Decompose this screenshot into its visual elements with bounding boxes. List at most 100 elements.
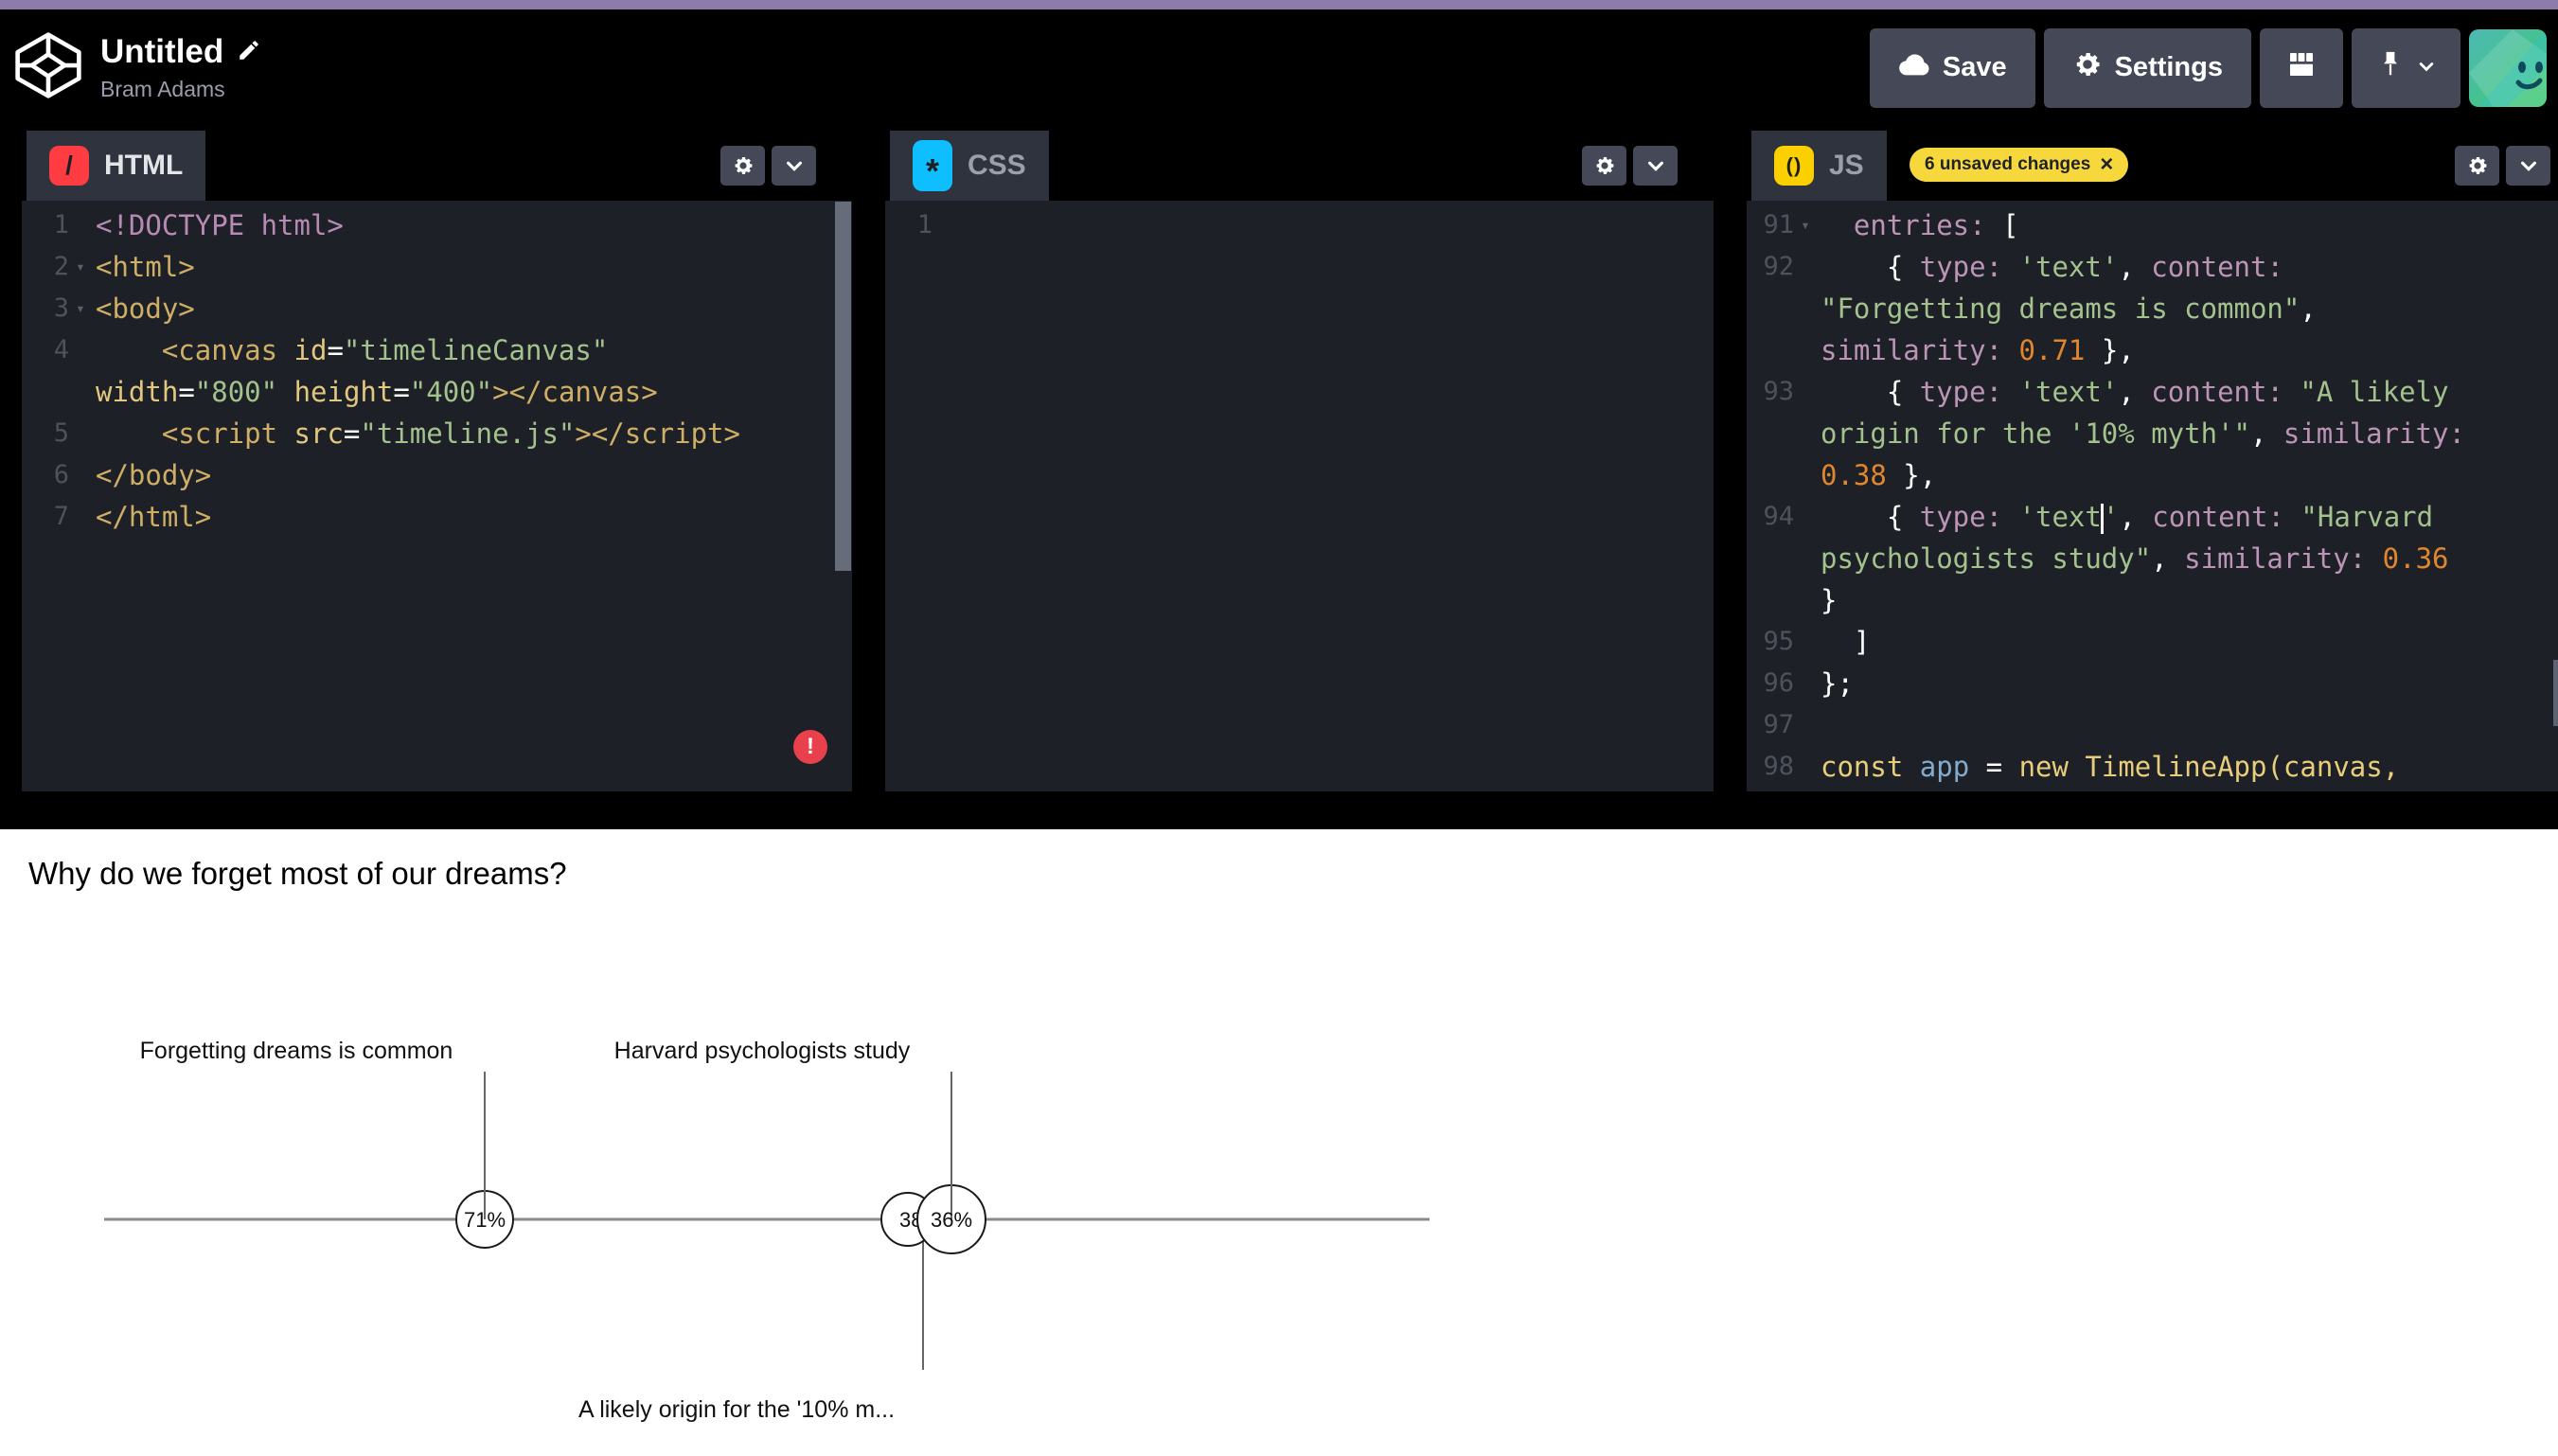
tab-js[interactable]: () JS <box>1751 131 1887 201</box>
fold-caret-icon[interactable]: ▾ <box>1794 204 1817 246</box>
code-line[interactable]: <!DOCTYPE html> <box>92 204 344 246</box>
code-line[interactable]: } <box>1817 579 1837 621</box>
panel-js: () JS 6 unsaved changes × 91▾ entries: [… <box>1747 131 2558 791</box>
code-line[interactable] <box>1817 704 1821 746</box>
avatar[interactable] <box>2469 29 2547 107</box>
pushpin-icon <box>2376 48 2405 88</box>
line-number: 1 <box>22 204 69 246</box>
css-editor-collapse-button[interactable] <box>1633 146 1678 186</box>
code-line[interactable]: ] <box>1817 621 1870 663</box>
code-row: 92 { type: 'text', content: <box>1747 246 2558 288</box>
code-line[interactable]: { type: 'text', content: <box>1817 246 2283 288</box>
code-line[interactable]: <script src="timeline.js"></script> <box>92 413 740 454</box>
code-row: 93 { type: 'text', content: "A likely <box>1747 371 2558 413</box>
event-label-1: Forgetting dreams is common <box>140 1038 453 1064</box>
code-row: 6</body> <box>22 454 852 496</box>
html-editor-collapse-button[interactable] <box>772 146 816 186</box>
code-line[interactable]: const app = new TimelineApp(canvas, <box>1817 746 2399 788</box>
js-editor-scrollbar-thumb[interactable] <box>2553 660 2558 726</box>
settings-button[interactable]: Settings <box>2044 28 2251 108</box>
event-label-3: Harvard psychologists study <box>614 1038 911 1064</box>
js-code-editor[interactable]: 91▾ entries: [92 { type: 'text', content… <box>1747 201 2558 791</box>
gutter-spacer <box>1794 246 1817 288</box>
code-line[interactable]: <canvas id="timelineCanvas" <box>92 329 608 371</box>
code-line[interactable]: origin for the '10% myth'", similarity: <box>1817 413 2465 454</box>
code-line[interactable]: 0.38 }, <box>1817 454 1936 496</box>
code-line[interactable] <box>955 204 959 246</box>
js-editor-settings-button[interactable] <box>2455 146 2499 186</box>
code-line[interactable]: <body> <box>92 288 195 329</box>
code-line[interactable]: "Forgetting dreams is common", <box>1817 288 2317 329</box>
gutter-spacer <box>1794 621 1817 663</box>
code-row: 0.38 }, <box>1747 454 2558 496</box>
panel-html: / HTML 1<!DOCTYPE html>2▾<html>3▾<body>4… <box>22 131 852 791</box>
pen-author[interactable]: Bram Adams <box>100 77 261 102</box>
gutter-spacer <box>1794 538 1817 579</box>
edit-title-pencil-icon[interactable] <box>237 33 261 71</box>
code-row: 95 ] <box>1747 621 2558 663</box>
line-number <box>1747 454 1794 496</box>
header-actions: Save Settings <box>1870 28 2547 108</box>
line-number: 93 <box>1747 371 1794 413</box>
code-line[interactable]: entries: [ <box>1817 204 2019 246</box>
change-view-button[interactable] <box>2260 28 2343 108</box>
line-number: 2 <box>22 246 69 288</box>
unsaved-changes-badge[interactable]: 6 unsaved changes × <box>1910 148 2128 182</box>
js-tab-icon: () <box>1774 146 1814 186</box>
gutter-spacer <box>933 204 955 246</box>
code-row: origin for the '10% myth'", similarity: <box>1747 413 2558 454</box>
code-line[interactable]: similarity: 0.71 }, <box>1817 329 2135 371</box>
gutter-spacer <box>69 204 92 246</box>
line-number: 4 <box>22 329 69 371</box>
code-line[interactable]: </html> <box>92 496 211 538</box>
chevron-down-icon <box>2417 52 2436 83</box>
line-number: 94 <box>1747 496 1794 538</box>
pen-title: Untitled <box>100 33 223 71</box>
gutter-spacer <box>1794 329 1817 371</box>
css-tab-icon: * <box>913 140 952 191</box>
fold-caret-icon[interactable]: ▾ <box>69 246 92 288</box>
code-line[interactable]: <html> <box>92 246 195 288</box>
html-error-indicator[interactable]: ! <box>793 730 827 764</box>
html-code-editor[interactable]: 1<!DOCTYPE html>2▾<html>3▾<body>4 <canva… <box>22 201 852 791</box>
gutter-spacer <box>1794 413 1817 454</box>
tab-html[interactable]: / HTML <box>27 131 205 201</box>
code-row: width="800" height="400"></canvas> <box>22 371 852 413</box>
pin-dropdown-button[interactable] <box>2352 28 2460 108</box>
code-row: 2▾<html> <box>22 246 852 288</box>
codepen-logo-icon[interactable] <box>13 30 83 105</box>
html-editor-scrollbar-thumb[interactable] <box>835 202 851 571</box>
timeline-canvas[interactable]: 71% 38% 36% Forgetting dreams is common … <box>0 829 2558 1456</box>
code-row: 94 { type: 'text', content: "Harvard <box>1747 496 2558 538</box>
html-tab-label: HTML <box>104 150 183 182</box>
code-line[interactable]: { type: 'text', content: "Harvard <box>1817 496 2433 538</box>
css-editor-settings-button[interactable] <box>1582 146 1626 186</box>
line-number <box>1747 413 1794 454</box>
code-line[interactable]: width="800" height="400"></canvas> <box>92 371 658 413</box>
code-line[interactable]: psychologists study", similarity: 0.36 <box>1817 538 2449 579</box>
code-line[interactable]: { type: 'text', content: "A likely <box>1817 371 2449 413</box>
gutter-spacer <box>69 454 92 496</box>
code-line[interactable]: </body> <box>92 454 211 496</box>
code-row: 98const app = new TimelineApp(canvas, <box>1747 746 2558 788</box>
fold-caret-icon[interactable]: ▾ <box>69 288 92 329</box>
gutter-spacer <box>1794 288 1817 329</box>
badge-close-icon[interactable]: × <box>2100 153 2113 176</box>
tab-css[interactable]: * CSS <box>890 131 1049 201</box>
gutter-spacer <box>69 371 92 413</box>
gutter-spacer <box>1794 579 1817 621</box>
code-line[interactable]: }; <box>1817 663 1854 704</box>
window-accent-strip <box>0 0 2558 9</box>
line-number: 91 <box>1747 204 1794 246</box>
js-editor-collapse-button[interactable] <box>2506 146 2550 186</box>
header-bar: Untitled Bram Adams Save Settings <box>0 9 2558 126</box>
html-editor-settings-button[interactable] <box>720 146 765 186</box>
save-button[interactable]: Save <box>1870 28 2035 108</box>
gutter-spacer <box>69 413 92 454</box>
event-value-1: 71% <box>464 1208 506 1232</box>
css-code-editor[interactable]: 1 <box>885 201 1714 791</box>
gutter-spacer <box>1794 454 1817 496</box>
code-row: 4 <canvas id="timelineCanvas" <box>22 329 852 371</box>
line-number: 97 <box>1747 704 1794 746</box>
code-row: 3▾<body> <box>22 288 852 329</box>
